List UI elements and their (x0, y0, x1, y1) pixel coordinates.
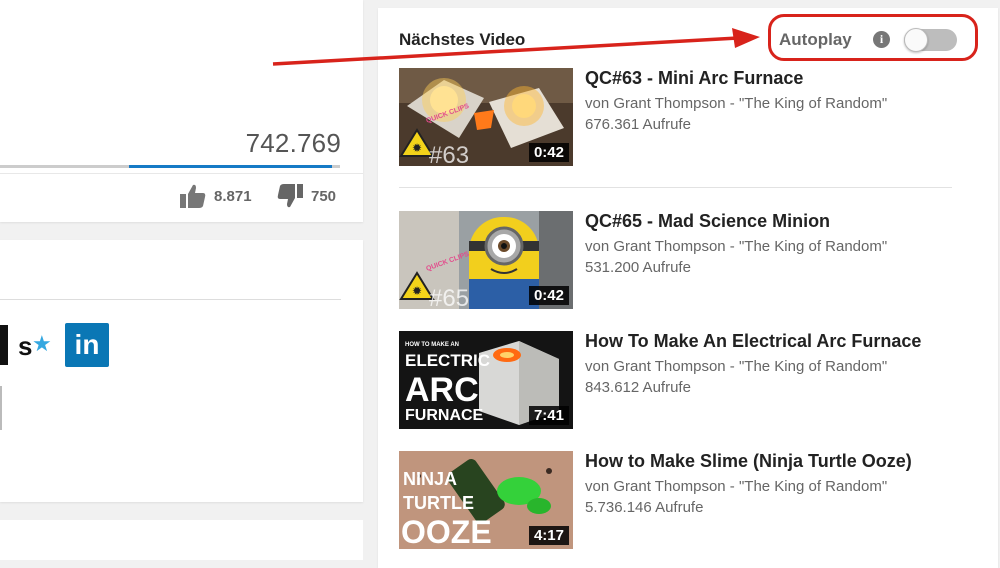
stumbleupon-share-button[interactable]: s ★ (18, 330, 52, 362)
video-duration: 4:17 (528, 526, 569, 545)
video-views: 843.612 Aufrufe (585, 379, 691, 396)
thumb-badge-text: #65 (429, 285, 469, 309)
video-thumbnail[interactable]: HOW TO MAKE AN ELECTRIC ARC FURNACE 7:41 (399, 331, 573, 429)
video-title[interactable]: How to Make Slime (Ninja Turtle Ooze) (585, 451, 912, 472)
video-channel: von Grant Thompson - "The King of Random… (585, 238, 888, 255)
video-channel: von Grant Thompson - "The King of Random… (585, 478, 888, 495)
video-thumbnail[interactable]: ✹ QUICK CLIPS #63 0:42 (399, 68, 573, 166)
thumbs-down-icon (277, 184, 303, 208)
video-title[interactable]: QC#65 - Mad Science Minion (585, 211, 830, 232)
video-title[interactable]: QC#63 - Mini Arc Furnace (585, 68, 803, 89)
video-thumbnail[interactable]: ✹ QUICK CLIPS #65 0:42 (399, 211, 573, 309)
like-count: 8.871 (214, 187, 252, 205)
video-channel: von Grant Thompson - "The King of Random… (585, 95, 888, 112)
thumb-caption: NINJA (403, 469, 457, 489)
thumb-caption: ARC (405, 371, 479, 409)
video-views: 676.361 Aufrufe (585, 116, 691, 133)
video-views: 5.736.146 Aufrufe (585, 499, 704, 516)
thumb-badge-text: #63 (429, 142, 469, 166)
video-title[interactable]: How To Make An Electrical Arc Furnace (585, 331, 921, 352)
lower-card (0, 520, 363, 560)
annotation-highlight-circle (768, 14, 978, 61)
view-count: 742.769 (245, 128, 341, 158)
thumbs-up-icon (180, 184, 206, 208)
suggested-video-4[interactable]: NINJA TURTLE OOZE 4:17 How to Make Slime… (399, 451, 959, 551)
video-duration: 0:42 (528, 286, 569, 305)
thumb-caption: HOW TO MAKE AN (405, 342, 459, 348)
divider (0, 173, 363, 174)
suggested-video-3[interactable]: HOW TO MAKE AN ELECTRIC ARC FURNACE 7:41… (399, 331, 959, 431)
share-card (0, 240, 363, 502)
thumb-caption: OOZE (401, 514, 492, 549)
share-divider (0, 299, 341, 300)
star-icon: ★ (32, 331, 52, 356)
dislike-count: 750 (311, 187, 337, 205)
linkedin-icon: in (74, 329, 100, 360)
video-duration: 7:41 (528, 406, 569, 425)
video-views: 531.200 Aufrufe (585, 259, 691, 276)
thumb-caption: ELECTRIC (405, 351, 490, 370)
svg-text:✹: ✹ (412, 284, 422, 298)
suggested-video-1[interactable]: ✹ QUICK CLIPS #63 0:42 QC#63 - Mini Arc … (399, 68, 959, 168)
up-next-heading: Nächstes Video (399, 30, 526, 49)
thumb-caption: TURTLE (403, 493, 474, 513)
like-button[interactable]: 8.871 (180, 184, 252, 208)
thumb-caption: FURNACE (405, 407, 484, 424)
video-channel: von Grant Thompson - "The King of Random… (585, 358, 888, 375)
video-duration: 0:42 (528, 143, 569, 162)
linkedin-share-button[interactable]: in (65, 323, 109, 367)
video-thumbnail[interactable]: NINJA TURTLE OOZE 4:17 (399, 451, 573, 549)
stumbleupon-letter: s (18, 331, 33, 361)
dislike-button[interactable]: 750 (277, 184, 336, 208)
video-info-card: 742.769 8.871 750 (0, 0, 363, 222)
list-divider (399, 187, 952, 188)
suggested-video-2[interactable]: ✹ QUICK CLIPS #65 0:42 QC#65 - Mad Scien… (399, 211, 959, 311)
svg-text:✹: ✹ (412, 141, 422, 155)
social-share-button-partial[interactable] (0, 325, 8, 365)
embed-field-partial[interactable] (0, 386, 2, 430)
sentiment-bar-likes (129, 165, 332, 168)
